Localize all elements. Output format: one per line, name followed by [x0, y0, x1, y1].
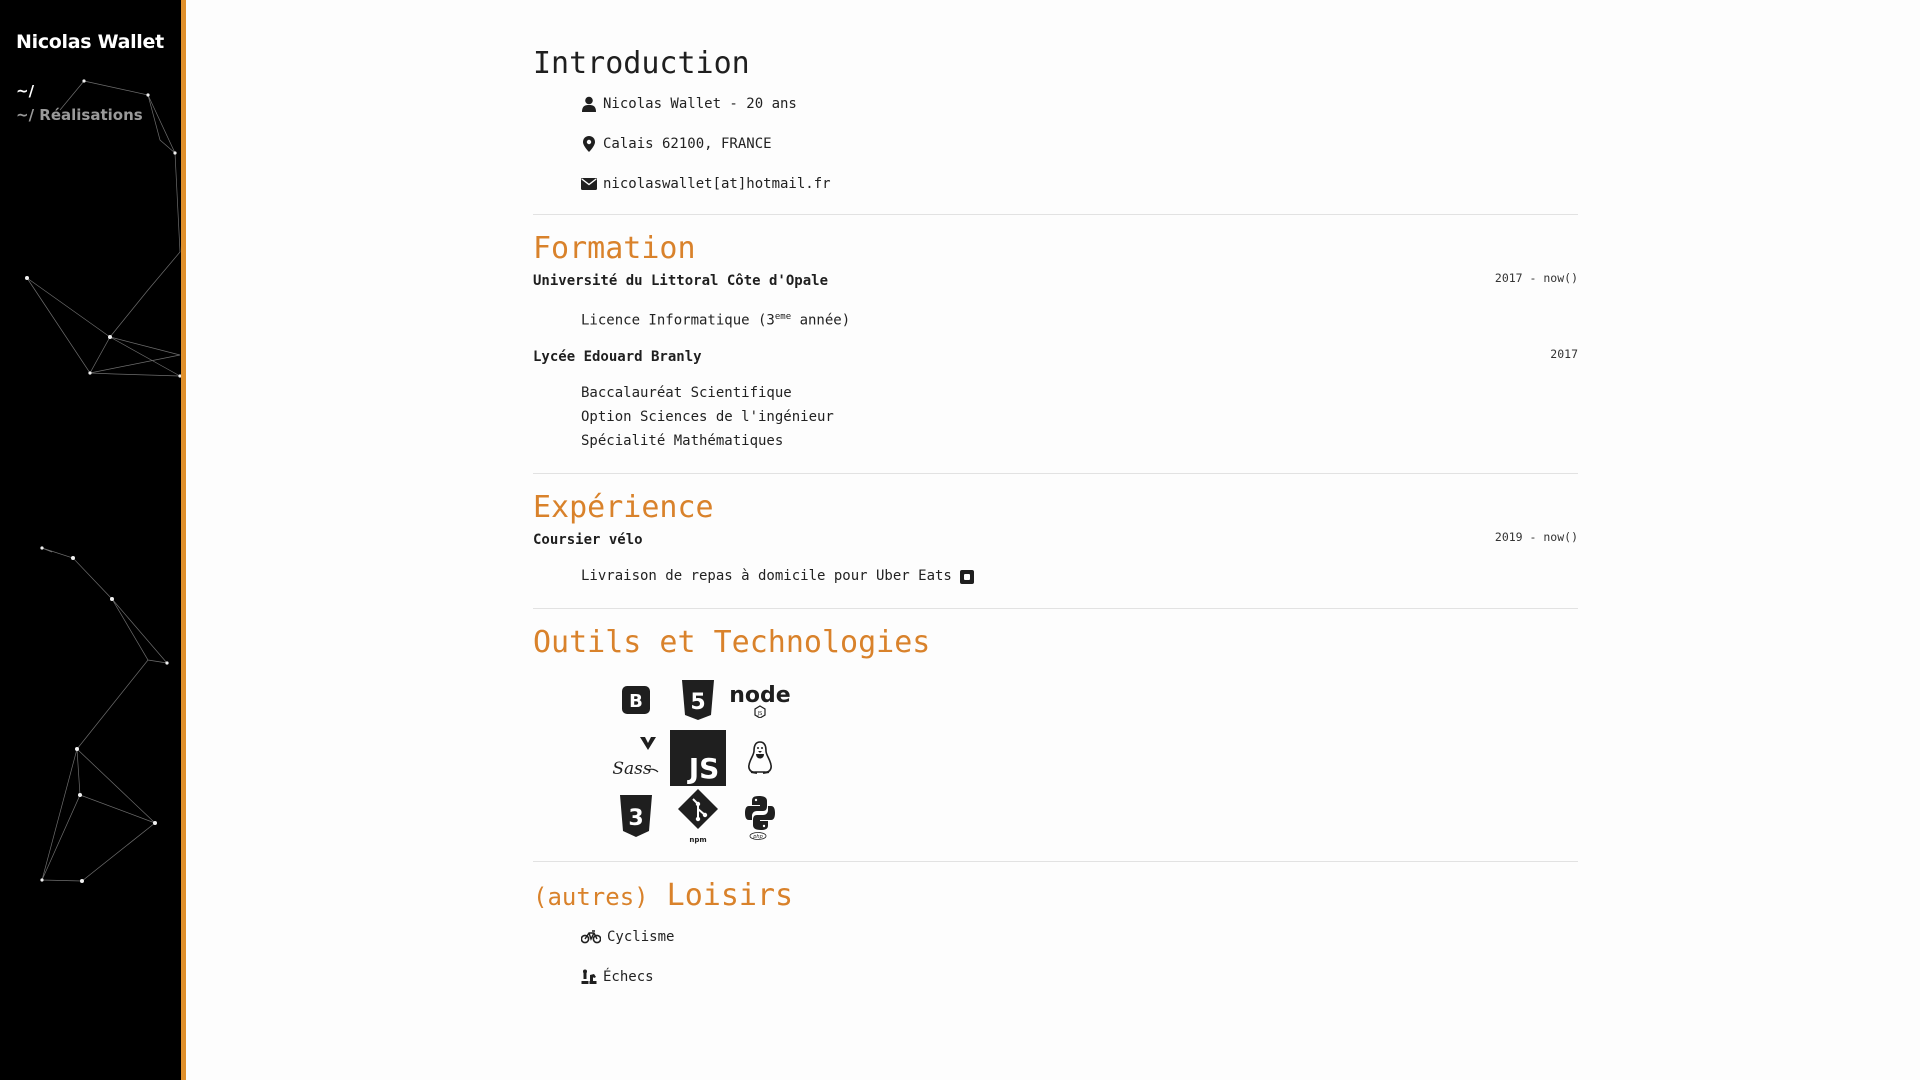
info-location: Calais 62100, FRANCE	[581, 124, 1578, 164]
javascript-icon: JS	[667, 729, 729, 787]
sass-vue-icon: Sass	[605, 729, 667, 787]
nodejs-icon: node JS	[729, 671, 791, 729]
detail-text: Livraison de repas à domicile pour Uber …	[581, 567, 952, 584]
detail-superscript: eme	[774, 312, 792, 322]
info-text[interactable]: nicolaswallet[at]hotmail.fr	[603, 176, 831, 192]
section-introduction: Introduction Nicolas Wallet - 20 ans Cal…	[533, 0, 1578, 215]
formation-date: 2017 - now()	[1494, 271, 1578, 285]
nav-realisations-link[interactable]: ~/ Réalisations	[16, 106, 143, 124]
uber-icon	[959, 569, 974, 584]
hobbies-title-prefix: (autres)	[533, 882, 649, 911]
detail-line: Baccalauréat Scientifique	[581, 384, 792, 401]
css3-label: 3	[628, 806, 643, 831]
experience-entry-header: Coursier vélo 2019 - now()	[533, 526, 1578, 558]
formation-org: Lycée Edouard Branly	[533, 348, 702, 365]
nav-home-link[interactable]: ~/	[16, 82, 34, 100]
hobby-cycling: Cyclisme	[581, 917, 1578, 957]
bootstrap-label: B	[629, 691, 643, 712]
sass-label: Sass	[612, 759, 652, 779]
section-formation: Formation Université du Littoral Côte d'…	[533, 215, 1578, 474]
hobby-text: Cyclisme	[607, 928, 675, 945]
hobby-chess: Échecs	[581, 957, 1578, 997]
npm-label: npm	[689, 836, 706, 844]
css3-icon: 3	[605, 787, 667, 845]
python-php-icon: php	[729, 787, 791, 845]
html5-icon: 5	[667, 671, 729, 729]
section-experience: Expérience Coursier vélo 2019 - now() Li…	[533, 474, 1578, 609]
formation-detail: Baccalauréat Scientifique Option Science…	[581, 375, 1578, 463]
detail-line: Spécialité Mathématiques	[581, 432, 784, 449]
constellation-background	[25, 79, 181, 883]
git-npm-icon: npm	[667, 787, 729, 845]
experience-date: 2019 - now()	[1494, 529, 1578, 544]
chess-icon	[581, 969, 597, 985]
info-email[interactable]: nicolaswallet[at]hotmail.fr	[581, 164, 1578, 204]
section-title-experience: Expérience	[533, 489, 714, 525]
info-name-age: Nicolas Wallet - 20 ans	[581, 84, 1578, 124]
user-icon	[581, 96, 597, 112]
section-title-introduction: Introduction	[533, 46, 750, 81]
javascript-label: JS	[687, 752, 720, 785]
experience-detail: Livraison de repas à domicile pour Uber …	[581, 558, 1578, 598]
section-title-formation: Formation	[533, 231, 696, 266]
nodejs-js-label: JS	[757, 711, 763, 717]
section-title-tools: Outils et Technologies	[533, 624, 931, 660]
formation-org: Université du Littoral Côte d'Opale	[533, 273, 829, 289]
detail-text: Licence Informatique (3	[581, 312, 775, 329]
html5-label: 5	[690, 690, 705, 715]
formation-entry-header: Lycée Edouard Branly 2017	[533, 343, 1578, 375]
envelope-icon	[581, 176, 597, 192]
tools-grid: B 5 node JS Sass JS 3 npm php	[605, 671, 791, 845]
nodejs-label: node	[729, 683, 790, 708]
info-text: Calais 62100, FRANCE	[603, 136, 772, 152]
resume-content: Introduction Nicolas Wallet - 20 ans Cal…	[533, 0, 1578, 1007]
detail-line: Option Sciences de l'ingénieur	[581, 408, 834, 425]
php-label: php	[752, 834, 763, 840]
sidebar: Nicolas Wallet ~/ ~/ Réalisations	[0, 0, 186, 1080]
site-brand[interactable]: Nicolas Wallet	[16, 31, 164, 53]
section-hobbies: (autres) Loisirs Cyclisme Échecs	[533, 862, 1578, 1007]
hobbies-title: Loisirs	[666, 877, 794, 913]
detail-text: année)	[791, 312, 851, 329]
formation-date: 2017	[1550, 346, 1578, 361]
bootstrap-icon: B	[605, 671, 667, 729]
hobby-text: Échecs	[603, 968, 654, 985]
section-title-hobbies: (autres) Loisirs	[533, 878, 1578, 915]
formation-entry-header: Université du Littoral Côte d'Opale 2017…	[533, 267, 1578, 299]
experience-org: Coursier vélo	[533, 531, 643, 548]
map-marker-icon	[581, 136, 597, 152]
formation-detail: Licence Informatique (3eme année)	[581, 299, 1578, 343]
info-text: Nicolas Wallet - 20 ans	[603, 96, 797, 112]
linux-icon	[729, 729, 791, 787]
bicycle-icon	[581, 929, 601, 945]
section-tools: Outils et Technologies B 5 node JS Sass J…	[533, 609, 1578, 862]
